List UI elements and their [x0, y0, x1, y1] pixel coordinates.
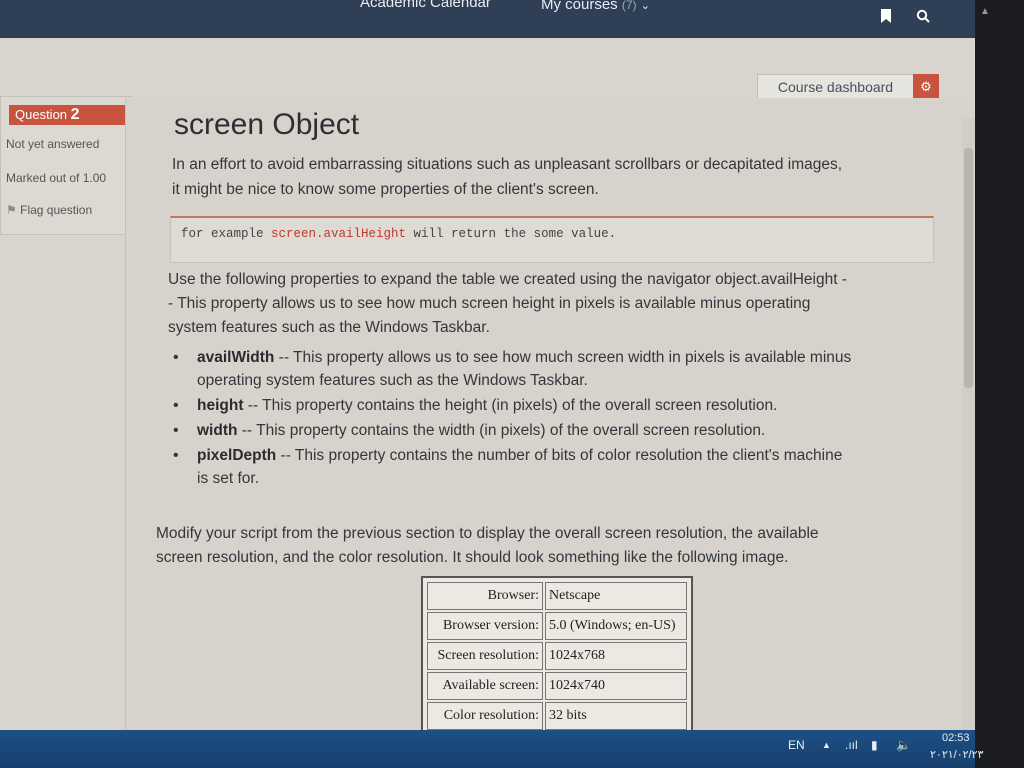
code-prefix: for example	[181, 227, 272, 241]
table-value: 5.0 (Windows; en-US)	[545, 612, 687, 640]
table-key: Available screen:	[427, 672, 543, 700]
table-row: Browser: Netscape	[427, 582, 687, 610]
property-desc: -- This property contains the height (in…	[243, 397, 778, 414]
question-marks: Marked out of 1.00	[6, 171, 107, 185]
code-example: for example screen.availHeight will retu…	[181, 227, 616, 241]
my-courses-link[interactable]: My courses (7) ⌄	[541, 0, 650, 13]
code-highlight: screen.availHeight	[271, 227, 407, 241]
modify-line-2: screen resolution, and the color resolut…	[156, 549, 789, 566]
bullet-icon: •	[173, 349, 179, 366]
intro-line-2: it might be nice to know some properties…	[172, 181, 599, 198]
search-icon[interactable]	[914, 9, 932, 27]
language-indicator[interactable]: EN	[788, 738, 805, 752]
bookmark-icon[interactable]	[877, 9, 895, 27]
property-desc-cont: is set for.	[197, 470, 260, 487]
table-row: Color resolution: 32 bits	[427, 702, 687, 730]
intro-line-1: In an effort to avoid embarrassing situa…	[172, 156, 843, 173]
windows-taskbar: EN ▲ .ııl ▮ 🔈 02:53 ٢٠٢١/٠٢/٢٣	[0, 730, 983, 768]
code-suffix: will return the some value.	[406, 227, 617, 241]
property-name: width	[197, 422, 238, 439]
property-list: • availWidth -- This property allows us …	[171, 346, 951, 492]
question-number: 2	[70, 106, 80, 123]
question-status: Not yet answered	[6, 137, 100, 151]
clock-time[interactable]: 02:53	[942, 732, 970, 744]
table-key: Color resolution:	[427, 702, 543, 730]
tray-expand-icon[interactable]: ▲	[822, 740, 831, 750]
use-line-3: system features such as the Windows Task…	[168, 319, 490, 336]
code-example-box: for example screen.availHeight will retu…	[170, 216, 934, 263]
table-key: Browser version:	[427, 612, 543, 640]
table-row: Available screen: 1024x740	[427, 672, 687, 700]
question-number-badge: Question 2	[9, 105, 125, 125]
course-dashboard-button[interactable]: Course dashboard	[757, 74, 914, 100]
property-desc-cont: operating system features such as the Wi…	[197, 372, 588, 389]
flag-question-link[interactable]: ⚑ Flag question	[6, 203, 92, 217]
table-value: Netscape	[545, 582, 687, 610]
use-line-1: Use the following properties to expand t…	[168, 271, 847, 288]
table-row: Screen resolution: 1024x768	[427, 642, 687, 670]
property-desc: -- This property contains the number of …	[276, 447, 843, 464]
top-navbar: Academic Calendar My courses (7) ⌄	[0, 0, 975, 38]
list-item: • height -- This property contains the h…	[171, 394, 951, 417]
table-row: Browser version: 5.0 (Windows; en-US)	[427, 612, 687, 640]
property-desc: -- This property contains the width (in …	[237, 422, 766, 439]
list-item: • availWidth -- This property allows us …	[171, 346, 951, 392]
screen-edge: ▲	[975, 0, 1024, 768]
signal-icon[interactable]: .ııl	[845, 738, 858, 752]
question-content: screen Object In an effort to avoid emba…	[125, 98, 966, 768]
property-name: availWidth	[197, 349, 275, 366]
scroll-up-arrow-icon[interactable]: ▲	[980, 6, 990, 17]
table-key: Screen resolution:	[427, 642, 543, 670]
bullet-icon: •	[173, 397, 179, 414]
my-courses-count: (7)	[621, 0, 637, 12]
clock-date[interactable]: ٢٠٢١/٠٢/٢٣	[930, 748, 983, 761]
modify-line-1: Modify your script from the previous sec…	[156, 525, 819, 542]
page-title: screen Object	[174, 108, 360, 141]
table-value: 1024x740	[545, 672, 687, 700]
property-name: pixelDepth	[197, 447, 277, 464]
my-courses-label: My courses	[541, 0, 618, 13]
volume-icon[interactable]: 🔈	[896, 738, 911, 752]
scrollbar-thumb[interactable]	[964, 148, 973, 388]
table-value: 1024x768	[545, 642, 687, 670]
use-line-2: - This property allows us to see how muc…	[168, 295, 811, 312]
sample-output-table: Browser: Netscape Browser version: 5.0 (…	[421, 576, 693, 736]
academic-calendar-link[interactable]: Academic Calendar	[360, 0, 491, 11]
list-item: • width -- This property contains the wi…	[171, 419, 951, 442]
flag-icon: ⚑	[6, 203, 17, 217]
question-label: Question	[15, 107, 68, 122]
property-desc: -- This property allows us to see how mu…	[274, 349, 852, 366]
page-area: Course dashboard ⚙ Question 2 Not yet an…	[0, 38, 975, 768]
table-key: Browser:	[427, 582, 543, 610]
page-scrollbar[interactable]	[962, 118, 975, 768]
gear-icon[interactable]: ⚙	[913, 74, 939, 100]
question-info-box: Question 2 Not yet answered Marked out o…	[0, 96, 132, 235]
chevron-down-icon: ⌄	[640, 0, 650, 12]
battery-icon[interactable]: ▮	[871, 738, 878, 752]
list-item: • pixelDepth -- This property contains t…	[171, 444, 951, 490]
bullet-icon: •	[173, 422, 179, 439]
flag-question-label: Flag question	[20, 203, 93, 217]
property-name: height	[197, 397, 244, 414]
table-value: 32 bits	[545, 702, 687, 730]
bullet-icon: •	[173, 447, 179, 464]
